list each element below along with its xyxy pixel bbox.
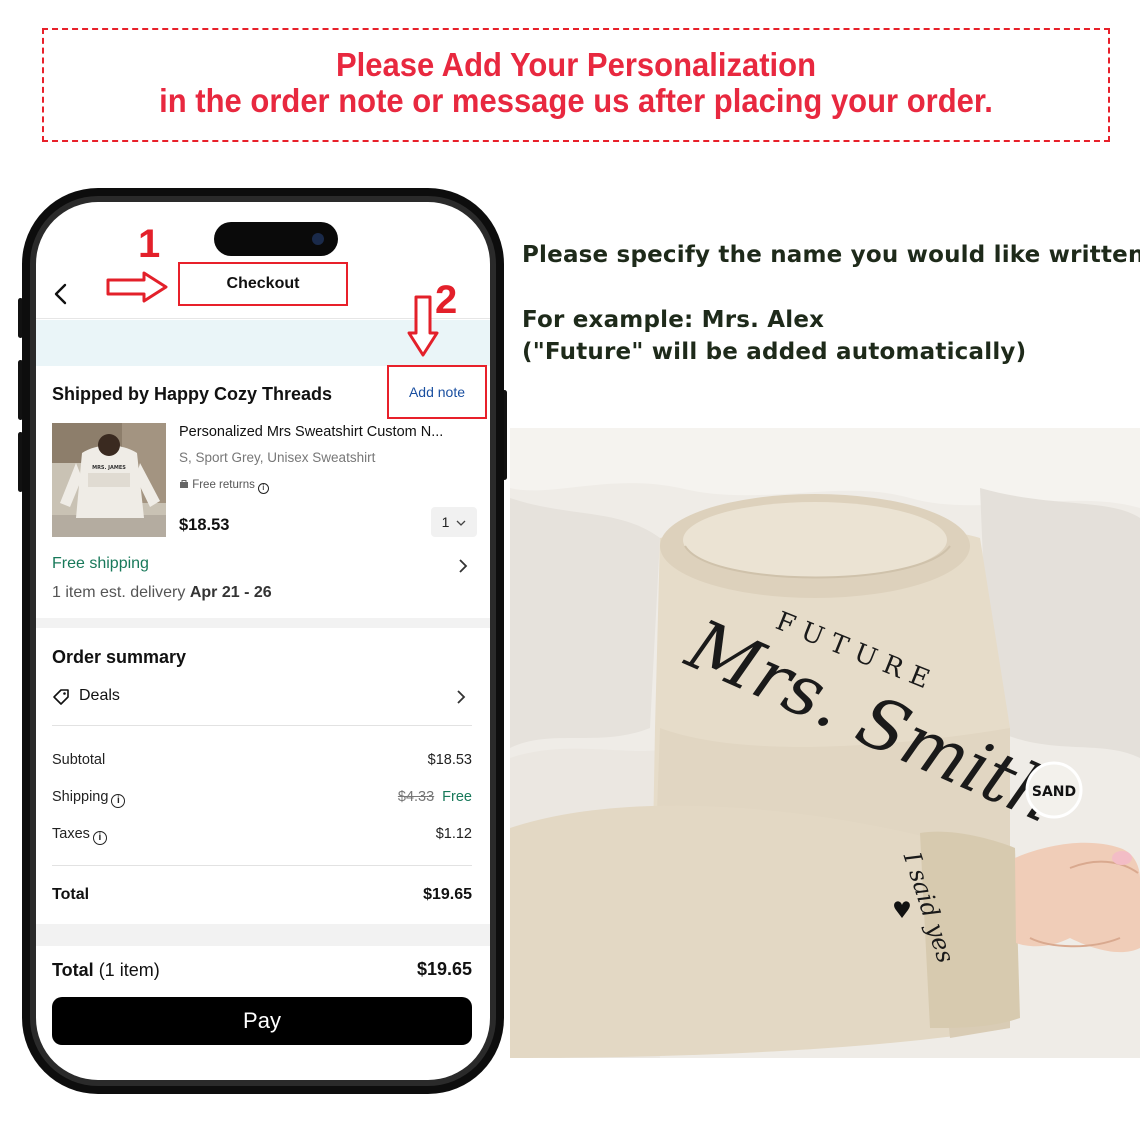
instruction-line-1: Please specify the name you would like w… xyxy=(522,242,1140,268)
free-shipping-label[interactable]: Free shipping xyxy=(52,555,149,573)
taxes-row-label: Taxes i xyxy=(52,826,107,845)
delivery-prefix: 1 item est. delivery xyxy=(52,584,190,601)
color-badge: SAND xyxy=(1032,784,1076,800)
banner-line-1: Please Add Your Personalization xyxy=(335,45,817,84)
shipping-info-icon[interactable]: i xyxy=(111,794,126,808)
taxes-info-icon[interactable]: i xyxy=(92,831,107,845)
tag-icon xyxy=(53,689,69,705)
banner-line-2: in the order note or message us after pl… xyxy=(159,81,993,120)
instruction-line-3: ("Future" will be added automatically) xyxy=(522,339,1027,365)
add-note-button[interactable]: Add note xyxy=(387,365,487,419)
subtotal-label: Subtotal xyxy=(52,752,106,768)
total-divider xyxy=(52,865,472,866)
delivery-dates: Apr 21 - 26 xyxy=(189,584,272,601)
delivery-estimate: 1 item est. delivery Apr 21 - 26 xyxy=(52,584,272,602)
sweatshirt-photo: FUTURE Mrs. Smith I said yes SAND xyxy=(510,428,1140,1058)
shipped-by-title: Shipped by Happy Cozy Threads xyxy=(52,384,333,404)
chevron-down-icon xyxy=(456,520,466,526)
free-returns-text: Free returns xyxy=(192,479,255,491)
shipping-old-price: $4.33 xyxy=(397,789,435,805)
grand-total-label: Total (1 item) xyxy=(52,960,160,981)
back-arrow-icon[interactable] xyxy=(52,282,70,306)
product-price: $18.53 xyxy=(179,516,230,534)
taxes-label: Taxes xyxy=(52,826,90,842)
quantity-value: 1 xyxy=(441,514,450,530)
returns-icon xyxy=(180,480,188,488)
footer-divider xyxy=(36,924,490,946)
step-1-arrow-icon xyxy=(106,271,168,303)
product-title[interactable]: Personalized Mrs Sweatshirt Custom N... xyxy=(179,424,443,440)
shipping-value: Free xyxy=(442,789,472,805)
quantity-select[interactable]: 1 xyxy=(431,507,477,537)
shipping-label: Shipping xyxy=(52,789,109,805)
checkout-header-title: Checkout xyxy=(178,262,348,306)
section-divider xyxy=(36,618,490,628)
shipping-row-label: Shipping i xyxy=(52,789,126,808)
personalization-banner: Please Add Your Personalization in the o… xyxy=(42,28,1110,142)
summary-divider xyxy=(52,725,472,726)
product-thumbnail: MRS. JAMES xyxy=(52,423,166,537)
pay-button[interactable]: Pay xyxy=(52,997,472,1045)
grand-total-value: $19.65 xyxy=(416,959,472,979)
chevron-right-icon[interactable] xyxy=(458,558,468,574)
free-returns-label: Free returns i xyxy=(179,479,269,494)
camera-icon xyxy=(312,233,324,245)
shipping-row-value: $4.33 Free xyxy=(398,789,472,805)
step-1-number: 1 xyxy=(138,222,161,266)
grand-total-word: Total xyxy=(52,960,94,980)
chevron-right-icon[interactable] xyxy=(456,689,466,705)
instruction-line-2: For example: Mrs. Alex xyxy=(522,307,825,333)
deals-label[interactable]: Deals xyxy=(79,687,120,705)
thumbnail-print: MRS. JAMES xyxy=(92,465,126,471)
taxes-value: $1.12 xyxy=(435,826,472,842)
product-variant: S, Sport Grey, Unisex Sweatshirt xyxy=(179,450,376,465)
dynamic-island xyxy=(214,222,338,256)
step-2-arrow-icon xyxy=(407,295,439,357)
grand-total-items: (1 item) xyxy=(98,960,160,980)
free-returns-info-icon[interactable]: i xyxy=(257,483,269,494)
total-label: Total xyxy=(52,886,90,903)
subtotal-value: $18.53 xyxy=(427,752,472,768)
total-value: $19.65 xyxy=(423,886,472,903)
order-summary-title: Order summary xyxy=(52,647,187,667)
